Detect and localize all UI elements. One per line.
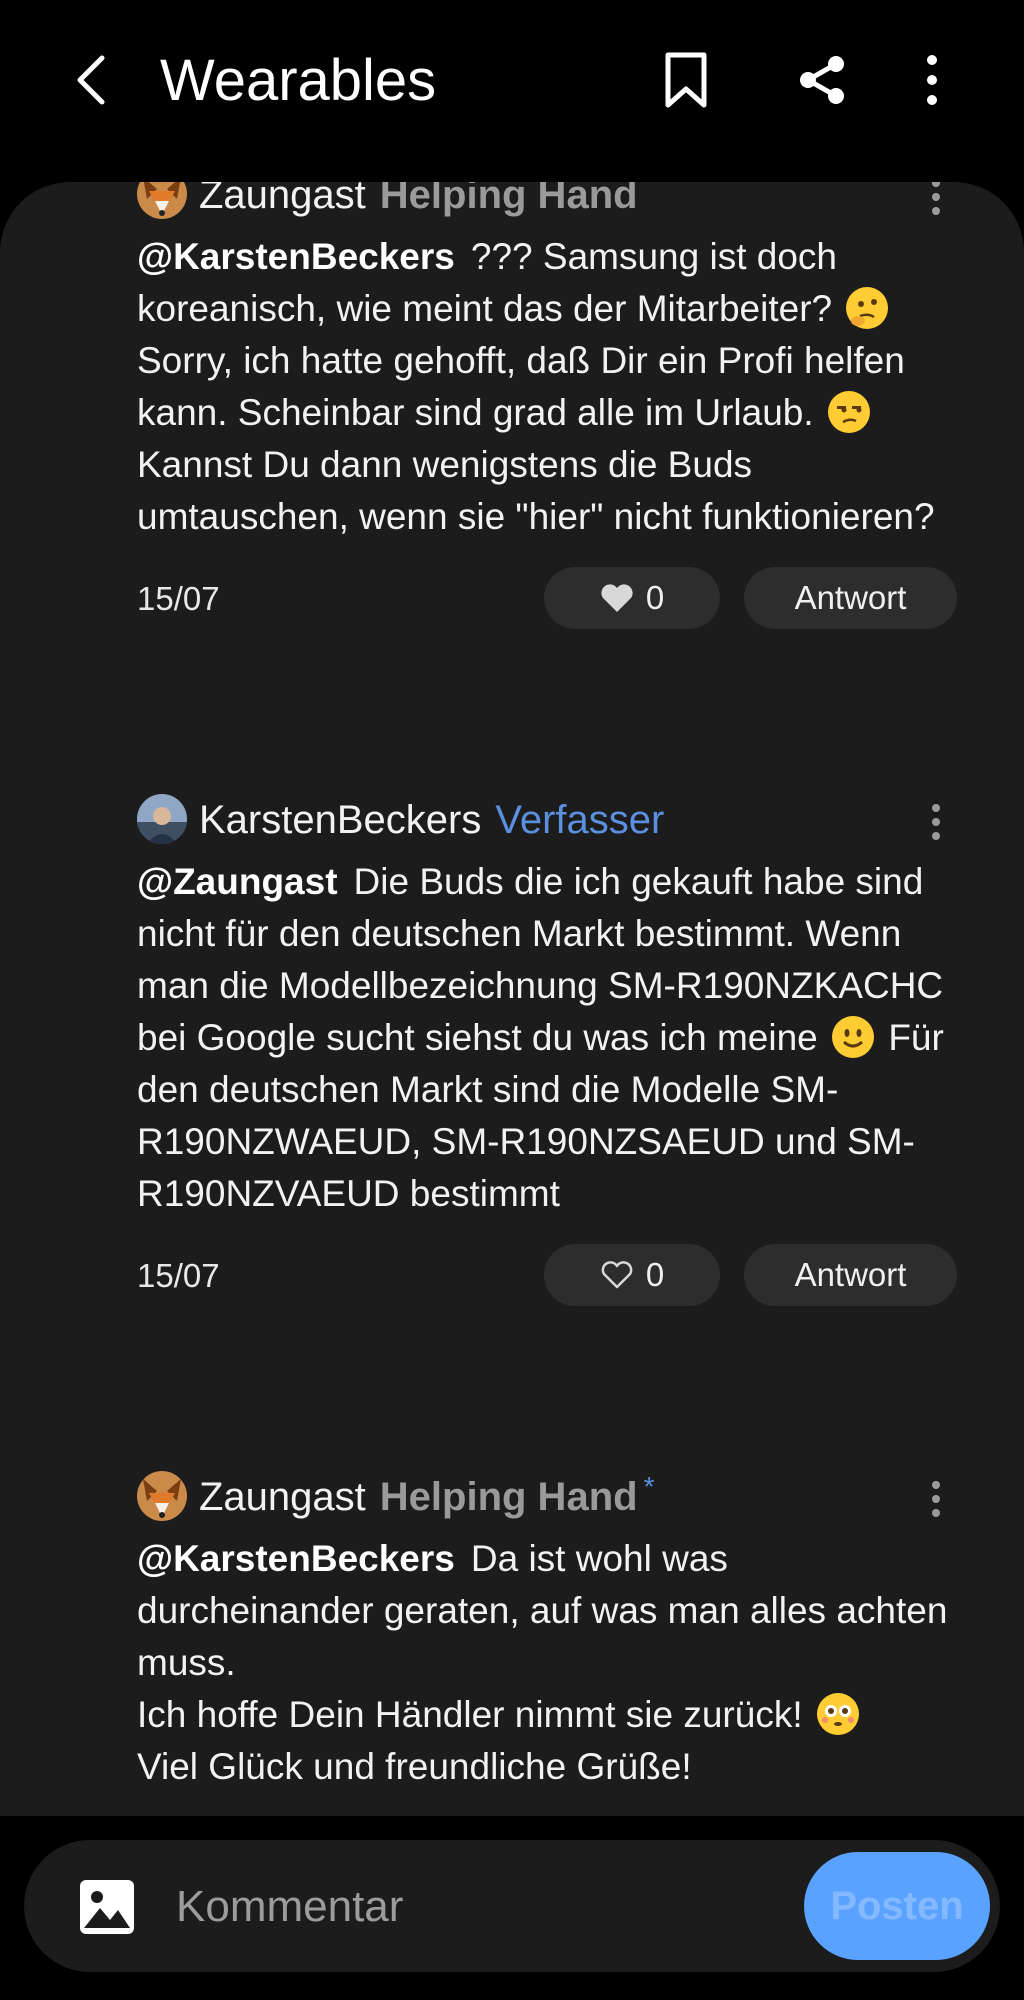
bookmark-button[interactable] xyxy=(650,44,722,116)
avatar[interactable] xyxy=(137,182,187,219)
comment-text: Ich hoffe Dein Händler nimmt sie zurück! xyxy=(137,1694,803,1735)
share-icon xyxy=(800,56,844,104)
comment-item: KarstenBeckers Verfasser @Zaungast Die Bud… xyxy=(137,790,957,1308)
heart-filled-icon xyxy=(601,584,633,612)
like-button[interactable]: 0 xyxy=(544,1244,720,1306)
flushed-face-emoji-icon xyxy=(816,1693,859,1735)
smiling-face-emoji-icon xyxy=(832,1016,875,1058)
heart-outline-icon xyxy=(601,1261,633,1289)
helping-hand-badge: Helping Hand xyxy=(379,1475,638,1519)
unamused-face-emoji-icon xyxy=(827,391,870,433)
avatar[interactable] xyxy=(137,1471,187,1521)
back-arrow-icon xyxy=(77,55,105,105)
comment-composer: Posten xyxy=(0,1816,1024,2000)
image-icon xyxy=(80,1880,134,1934)
comment-box: Posten xyxy=(24,1840,1000,1972)
more-vertical-icon xyxy=(932,182,940,215)
comment-date: 15/07 xyxy=(137,1257,220,1294)
thinking-face-emoji-icon xyxy=(846,287,889,329)
more-options-button[interactable] xyxy=(896,44,968,116)
like-count: 0 xyxy=(645,1256,665,1293)
avatar[interactable] xyxy=(137,794,187,844)
reply-button[interactable]: Antwort xyxy=(744,567,957,629)
like-button[interactable]: 0 xyxy=(544,567,720,629)
fox-avatar-icon xyxy=(137,1471,187,1521)
badge-asterisk: * xyxy=(643,1471,655,1502)
comment-text: Sorry, ich hatte gehofft, daß Dir ein Pr… xyxy=(137,340,905,433)
helping-hand-badge: Helping Hand xyxy=(379,182,638,217)
reply-button[interactable]: Antwort xyxy=(744,1244,957,1306)
fox-avatar-icon xyxy=(137,182,187,219)
author-badge: Verfasser xyxy=(495,798,665,842)
comment-more-button[interactable] xyxy=(915,182,957,227)
author-name[interactable]: KarstenBeckers xyxy=(199,798,481,842)
comment-more-button[interactable] xyxy=(915,1469,957,1529)
mention-link[interactable]: @KarstenBeckers xyxy=(137,1538,455,1579)
attach-image-button[interactable] xyxy=(78,1878,136,1936)
author-name[interactable]: Zaungast xyxy=(199,182,366,217)
comment-more-button[interactable] xyxy=(915,792,957,852)
comment-body: @KarstenBeckers Da ist wohl was durcheina… xyxy=(137,1533,957,1793)
post-button[interactable]: Posten xyxy=(804,1852,990,1960)
comment-body: @KarstenBeckers??? Samsung ist doch kore… xyxy=(137,231,957,543)
comment-item: Zaungast Helping Hand * @KarstenBeckers Da … xyxy=(137,1467,957,1793)
page-title: Wearables xyxy=(160,48,437,113)
comment-body: @Zaungast Die Buds die ich gekauft habe s… xyxy=(137,856,957,1220)
share-button[interactable] xyxy=(786,44,858,116)
more-vertical-icon xyxy=(932,804,940,840)
author-name[interactable]: Zaungast xyxy=(199,1475,366,1519)
comment-text: Kannst Du dann wenigstens die Buds umtau… xyxy=(137,444,935,537)
comment-date: 15/07 xyxy=(137,580,220,617)
comments-panel[interactable]: Zaungast Helping Hand @KarstenBeckers??? … xyxy=(0,182,1024,1842)
back-button[interactable] xyxy=(62,48,118,112)
app-header: Wearables xyxy=(0,0,1024,170)
mention-link[interactable]: @Zaungast xyxy=(137,861,338,902)
comment-item: Zaungast Helping Hand @KarstenBeckers??? … xyxy=(137,182,957,631)
like-count: 0 xyxy=(645,579,665,616)
more-vertical-icon xyxy=(927,55,937,105)
user-photo-avatar-icon xyxy=(137,794,187,844)
comment-input[interactable] xyxy=(174,1870,778,1944)
more-vertical-icon xyxy=(932,1481,940,1517)
bookmark-icon xyxy=(665,52,707,108)
comment-text: Viel Glück und freundliche Grüße! xyxy=(137,1746,692,1787)
mention-link[interactable]: @KarstenBeckers xyxy=(137,236,455,277)
